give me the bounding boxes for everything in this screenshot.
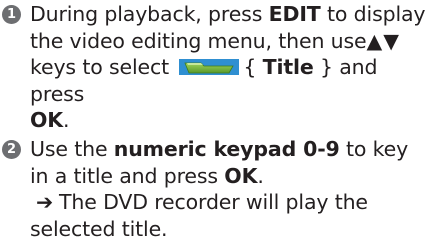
step-2: 2 Use the numeric keypad 0-9 to key in a…: [0, 136, 432, 242]
step-number-badge: 1: [2, 5, 21, 24]
step-2-text: Use the numeric keypad 0-9 to key in a t…: [30, 137, 409, 241]
ok-key-label: OK: [224, 163, 258, 188]
step-1: 1 During playback, press EDIT to display…: [0, 1, 432, 134]
result-arrow-icon: ➔: [36, 190, 54, 214]
step-number-badge: 2: [2, 140, 21, 159]
edit-key-label: EDIT: [268, 2, 321, 26]
numeric-keypad-label: numeric keypad 0-9: [113, 137, 340, 161]
step-1-text: During playback, press EDIT to display t…: [30, 2, 426, 132]
folder-tab-icon: [179, 55, 240, 75]
result-text: The DVD recorder will play the selected …: [30, 190, 368, 241]
up-down-arrow-keys: ▲▼: [366, 28, 401, 53]
ok-key-label: OK: [30, 108, 64, 132]
title-option-label: Title: [262, 55, 314, 79]
